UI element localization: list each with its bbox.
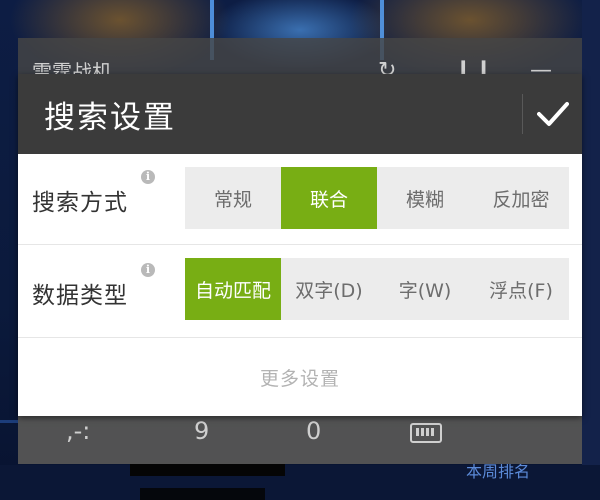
search-mode-option-decrypt[interactable]: 反加密 [473, 167, 569, 229]
data-type-option-float[interactable]: 浮点(F) [473, 258, 569, 320]
data-type-selector: 自动匹配 双字(D) 字(W) 浮点(F) [185, 258, 569, 320]
background-edge [582, 0, 600, 500]
key-nine[interactable]: 9 [194, 414, 209, 448]
dialog-title: 搜索设置 [44, 100, 176, 136]
header-divider [522, 94, 523, 134]
redaction-bar [130, 462, 285, 476]
more-settings-button[interactable]: 更多设置 [18, 338, 582, 416]
keyboard-icon[interactable] [410, 414, 442, 443]
search-settings-dialog: 搜索设置 搜索方式 i 常规 联合 模糊 反加密 数据类型 i 自动匹配 双字(… [18, 74, 582, 416]
search-mode-option-fuzzy[interactable]: 模糊 [377, 167, 473, 229]
confirm-button[interactable] [524, 74, 582, 154]
data-type-row: 数据类型 i 自动匹配 双字(D) 字(W) 浮点(F) [18, 245, 582, 338]
info-icon[interactable]: i [141, 170, 155, 184]
info-icon[interactable]: i [141, 263, 155, 277]
redaction-bar [140, 488, 265, 500]
search-mode-selector: 常规 联合 模糊 反加密 [185, 167, 569, 229]
data-type-option-dword[interactable]: 双字(D) [281, 258, 377, 320]
data-type-option-word[interactable]: 字(W) [377, 258, 473, 320]
keypad-row: ,-: 9 0 [18, 414, 582, 464]
data-type-option-auto[interactable]: 自动匹配 [185, 258, 281, 320]
search-mode-option-joint[interactable]: 联合 [281, 167, 377, 229]
search-mode-option-normal[interactable]: 常规 [185, 167, 281, 229]
key-punctuation[interactable]: ,-: [66, 414, 90, 448]
search-mode-label: 搜索方式 [32, 190, 128, 216]
search-mode-row: 搜索方式 i 常规 联合 模糊 反加密 [18, 154, 582, 245]
key-zero[interactable]: 0 [306, 414, 321, 448]
checkmark-icon [537, 102, 569, 126]
dialog-header: 搜索设置 [18, 74, 582, 154]
data-type-label: 数据类型 [32, 283, 128, 309]
